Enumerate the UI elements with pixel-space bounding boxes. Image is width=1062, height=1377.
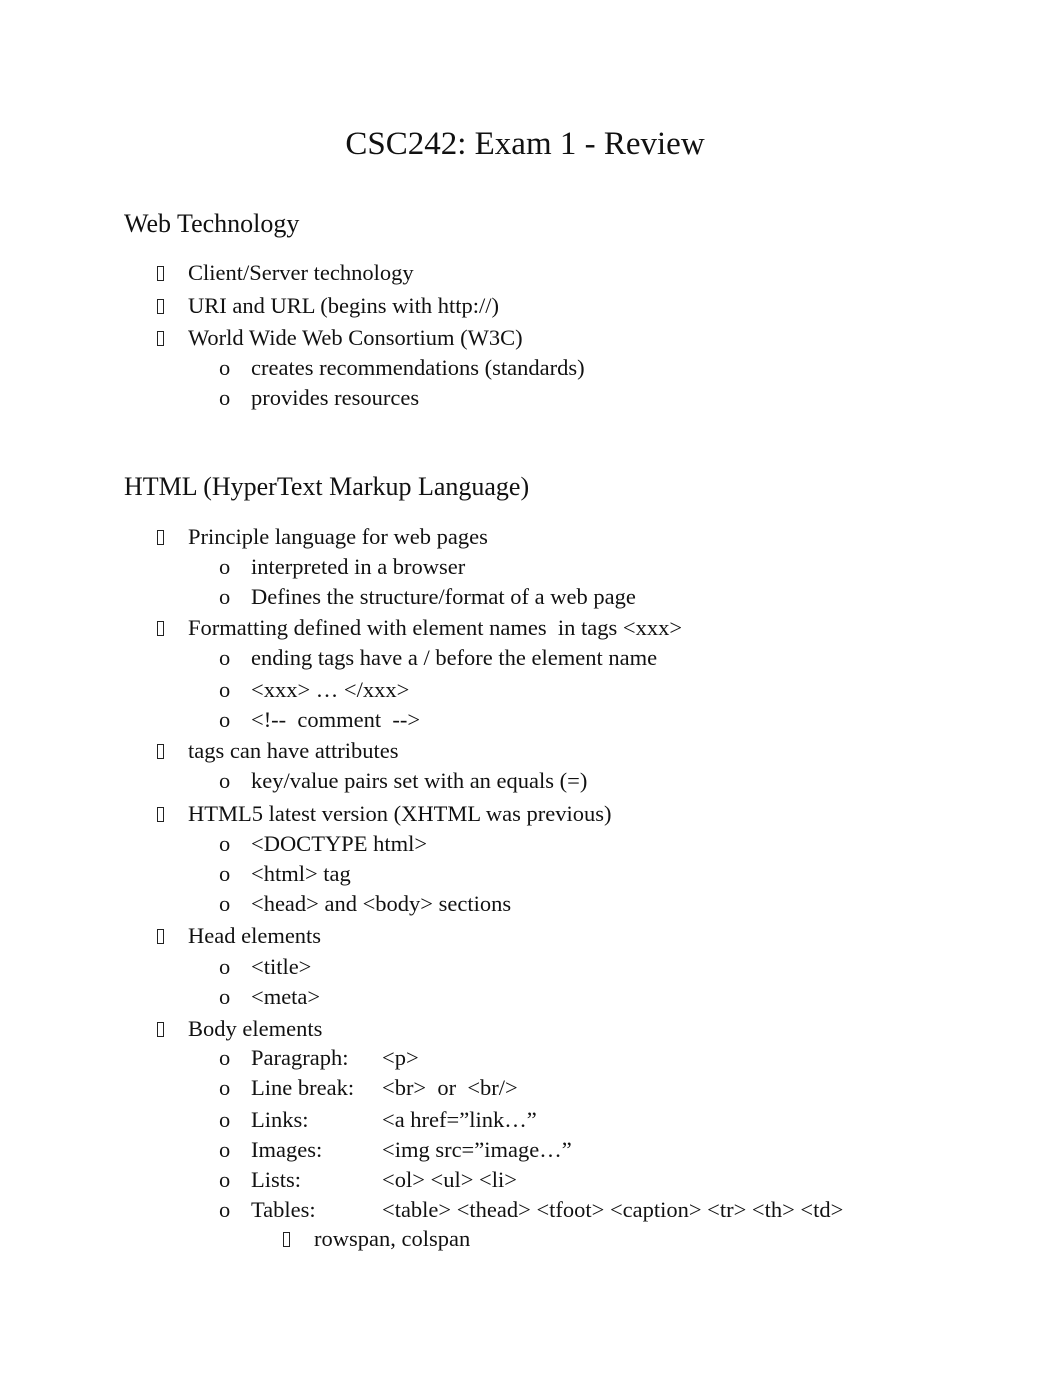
sub-list-item-text: <head> and <body> sections <box>251 891 512 916</box>
document-title: CSC242: Exam 1 - Review <box>345 126 705 162</box>
bullet-icon <box>157 621 164 636</box>
sub-list-item-text: <html> tag <box>251 861 351 886</box>
sub-list-item-text: Defines the structure/format of a web pa… <box>251 584 636 609</box>
list-item-text: World Wide Web Consortium (W3C) <box>188 325 523 350</box>
circle-bullet-icon: o <box>219 1045 231 1070</box>
sub-list-item: o Line break: <br> or <br/> <box>219 1073 518 1103</box>
circle-bullet-icon: o <box>219 831 231 856</box>
element-tag: <ol> <ul> <li> <box>382 1167 517 1192</box>
list-item: Head elements <box>156 921 321 951</box>
circle-bullet-icon: o <box>219 1107 231 1132</box>
sub-list-item: o <DOCTYPE html> <box>219 829 427 859</box>
sub-sub-list-item-text: rowspan, colspan <box>314 1226 471 1251</box>
sub-list-item-text: <!-- comment --> <box>251 707 421 732</box>
sub-list-item: o <!-- comment --> <box>219 705 420 735</box>
sub-list-item-text: creates recommendations (standards) <box>251 355 585 380</box>
sub-list-item-text: interpreted in a browser <box>251 554 466 579</box>
bullet-icon <box>157 530 164 545</box>
list-item: URI and URL (begins with http://) <box>156 291 499 321</box>
sub-list-item: o <xxx> … </xxx> <box>219 675 409 705</box>
list-item: World Wide Web Consortium (W3C) <box>156 323 523 353</box>
section-heading-html: HTML (HyperText Markup Language) <box>124 472 530 501</box>
bullet-icon <box>157 744 164 759</box>
bullet-icon <box>157 266 164 281</box>
sub-list-item-text: <title> <box>251 954 312 979</box>
bullet-icon <box>157 807 164 822</box>
list-item-text: Principle language for web pages <box>188 524 488 549</box>
circle-bullet-icon: o <box>219 984 231 1009</box>
sub-list-item: o <meta> <box>219 982 320 1012</box>
sub-list-item-text: <DOCTYPE html> <box>251 831 428 856</box>
list-item: HTML5 latest version (XHTML was previous… <box>156 799 611 829</box>
element-tag: <img src=”image…” <box>382 1137 572 1162</box>
element-label: Links: <box>251 1107 309 1132</box>
sub-list-item-text: key/value pairs set with an equals (=) <box>251 768 588 793</box>
circle-bullet-icon: o <box>219 355 231 380</box>
list-item-text: Body elements <box>188 1016 323 1041</box>
sub-list-item: o <title> <box>219 952 311 982</box>
sub-list-item: o Images: <img src=”image…” <box>219 1135 572 1165</box>
list-item-text: HTML5 latest version (XHTML was previous… <box>188 801 612 826</box>
list-item-text: Head elements <box>188 923 322 948</box>
element-tag: <table> <thead> <tfoot> <caption> <tr> <… <box>382 1197 844 1222</box>
bullet-icon <box>157 299 164 314</box>
sub-list-item: o Paragraph: <p> <box>219 1043 419 1073</box>
list-item-text: URI and URL (begins with http://) <box>188 293 500 318</box>
circle-bullet-icon: o <box>219 554 231 579</box>
list-item: Formatting defined with element names in… <box>156 613 682 643</box>
circle-bullet-icon: o <box>219 861 231 886</box>
sub-list-item: o <html> tag <box>219 859 351 889</box>
circle-bullet-icon: o <box>219 1197 231 1222</box>
sub-list-item-text: <meta> <box>251 984 321 1009</box>
element-tag: <a href=”link…” <box>382 1107 537 1132</box>
sub-list-item-text: provides resources <box>251 385 420 410</box>
element-label: Line break: <box>251 1075 355 1100</box>
sub-list-item-text: <xxx> … </xxx> <box>251 677 410 702</box>
sub-list-item: o Lists: <ol> <ul> <li> <box>219 1165 517 1195</box>
bullet-icon <box>283 1232 290 1247</box>
list-item-text: tags can have attributes <box>188 738 399 763</box>
circle-bullet-icon: o <box>219 1167 231 1192</box>
element-tag: <p> <box>382 1045 419 1070</box>
list-item: Client/Server technology <box>156 258 414 288</box>
circle-bullet-icon: o <box>219 954 231 979</box>
sub-list-item: o <head> and <body> sections <box>219 889 511 919</box>
list-item-text: Client/Server technology <box>188 260 414 285</box>
sub-list-item: o creates recommendations (standards) <box>219 353 585 383</box>
circle-bullet-icon: o <box>219 891 231 916</box>
sub-list-item-text: ending tags have a / before the element … <box>251 645 658 670</box>
circle-bullet-icon: o <box>219 1075 231 1100</box>
list-item: Body elements <box>156 1014 322 1044</box>
circle-bullet-icon: o <box>219 677 231 702</box>
circle-bullet-icon: o <box>219 768 231 793</box>
element-label: Lists: <box>251 1167 302 1192</box>
circle-bullet-icon: o <box>219 707 231 732</box>
list-item: Principle language for web pages <box>156 522 488 552</box>
sub-list-item: o key/value pairs set with an equals (=) <box>219 766 587 796</box>
sub-list-item: o Defines the structure/format of a web p… <box>219 582 636 612</box>
list-item-text: Formatting defined with element names in… <box>188 615 683 640</box>
sub-list-item: o ending tags have a / before the element… <box>219 643 657 673</box>
circle-bullet-icon: o <box>219 1137 231 1162</box>
sub-list-item: o provides resources <box>219 383 419 413</box>
sub-list-item: o Tables: <table> <thead> <tfoot> <caption… <box>219 1195 843 1225</box>
sub-list-item: o Links: <a href=”link…” <box>219 1105 537 1135</box>
circle-bullet-icon: o <box>219 385 231 410</box>
element-tag: <br> or <br/> <box>382 1075 518 1100</box>
element-label: Paragraph: <box>251 1045 349 1070</box>
list-item: tags can have attributes <box>156 736 399 766</box>
bullet-icon <box>157 929 164 944</box>
circle-bullet-icon: o <box>219 645 231 670</box>
sub-list-item: o interpreted in a browser <box>219 552 465 582</box>
section-heading-web-technology: Web Technology <box>124 209 300 238</box>
element-label: Tables: <box>251 1197 316 1222</box>
bullet-icon <box>157 1022 164 1037</box>
sub-sub-list-item: rowspan, colspan <box>282 1224 470 1254</box>
element-label: Images: <box>251 1137 323 1162</box>
circle-bullet-icon: o <box>219 584 231 609</box>
bullet-icon <box>157 331 164 346</box>
